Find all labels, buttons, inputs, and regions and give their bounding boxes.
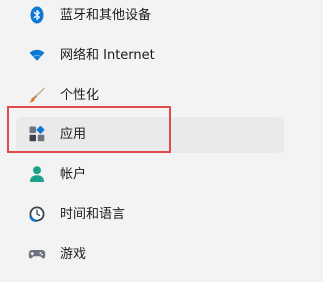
nav-item-label: 帐户 xyxy=(60,167,87,182)
settings-nav: 蓝牙和其他设备 网络和 Internet 个性化 应用 帐户 时间和语言 游戏 xyxy=(0,0,323,282)
nav-item-personalization[interactable]: 个性化 xyxy=(16,78,284,114)
wifi-icon xyxy=(28,46,46,64)
nav-item-label: 网络和 Internet xyxy=(60,48,155,63)
nav-item-gaming[interactable]: 游戏 xyxy=(16,237,284,273)
nav-item-label: 个性化 xyxy=(60,88,100,103)
clock-globe-icon xyxy=(28,205,46,223)
gamepad-icon xyxy=(28,245,46,263)
nav-item-apps[interactable]: 应用 xyxy=(16,117,284,153)
account-icon xyxy=(28,165,46,183)
brush-icon xyxy=(28,86,46,104)
nav-item-bluetooth-devices[interactable]: 蓝牙和其他设备 xyxy=(16,0,284,34)
nav-item-time-language[interactable]: 时间和语言 xyxy=(16,197,284,233)
nav-item-label: 时间和语言 xyxy=(60,207,126,222)
apps-icon xyxy=(28,125,46,143)
nav-item-label: 应用 xyxy=(60,127,87,142)
bluetooth-icon xyxy=(28,6,46,24)
nav-item-label: 蓝牙和其他设备 xyxy=(60,8,152,23)
nav-item-accounts[interactable]: 帐户 xyxy=(16,157,284,193)
nav-item-network-internet[interactable]: 网络和 Internet xyxy=(16,38,284,74)
nav-item-label: 游戏 xyxy=(60,247,87,262)
